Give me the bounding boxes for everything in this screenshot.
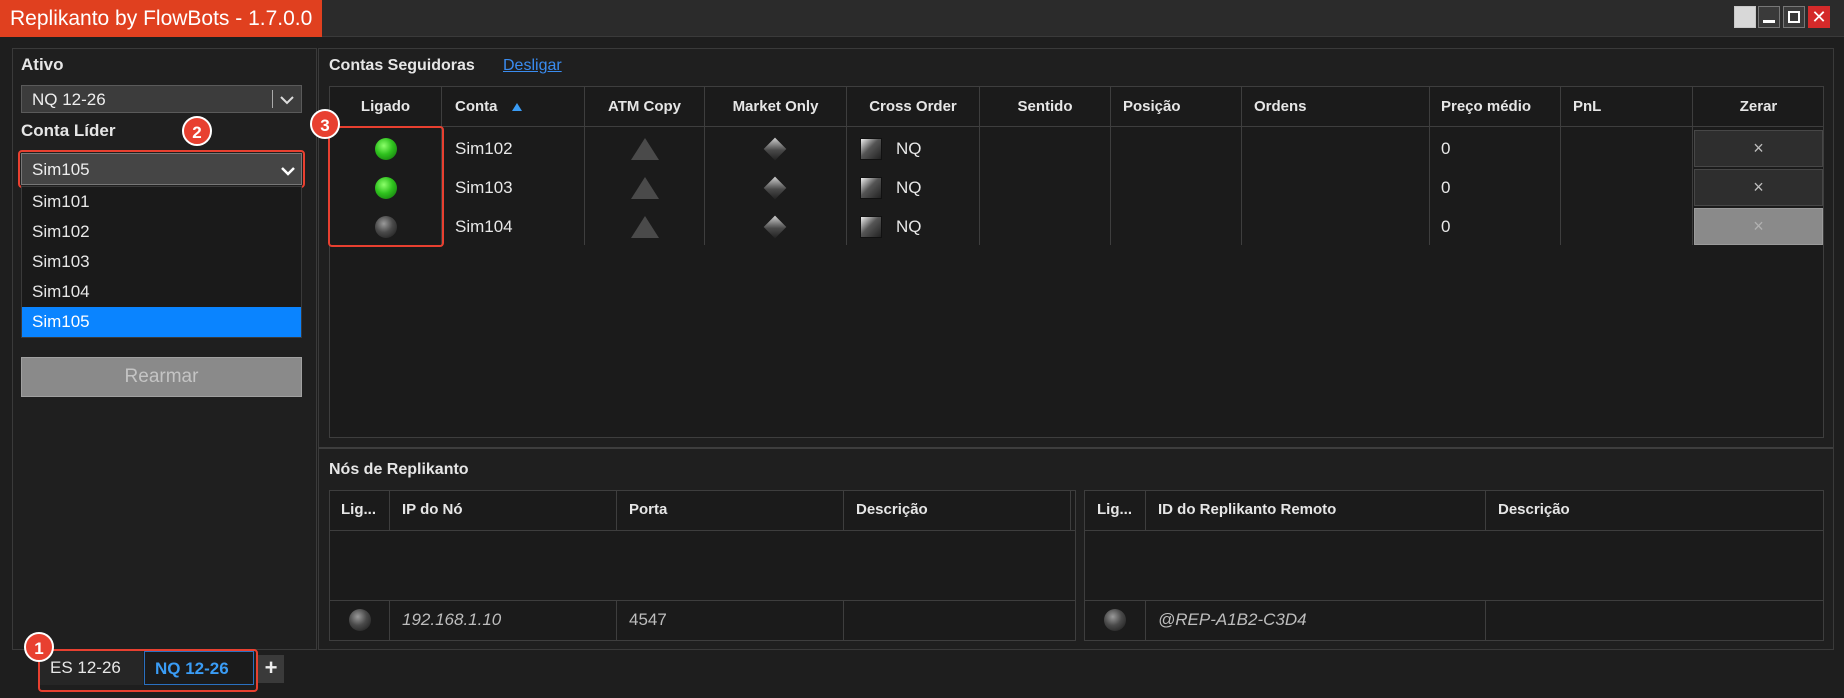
close-button[interactable]: ✕ [1808, 6, 1830, 28]
minimize-icon [1763, 19, 1775, 23]
col-header-zerar[interactable]: Zerar [1693, 87, 1824, 127]
col-divider [1241, 87, 1242, 245]
zero-position-button-disabled[interactable]: × [1694, 208, 1823, 245]
leader-account-options: Sim101 Sim102 Sim103 Sim104 Sim105 [21, 186, 302, 338]
header-divider [1084, 530, 1824, 531]
avg-price-cell: 0 [1441, 178, 1451, 197]
maximize-button[interactable] [1783, 6, 1805, 28]
asset-label: Ativo [21, 55, 64, 74]
col-header-preco-medio[interactable]: Preço médio [1441, 87, 1531, 127]
account-cell: Sim102 [455, 139, 513, 158]
atm-copy-toggle-icon[interactable] [631, 216, 659, 238]
col-header-remote-id[interactable]: ID do Replikanto Remoto [1158, 490, 1336, 530]
leader-option-sim104[interactable]: Sim104 [22, 277, 301, 307]
cross-order-value: NQ [896, 178, 922, 197]
asset-dropdown[interactable]: NQ 12-26 [21, 85, 302, 113]
col-divider [616, 491, 617, 530]
col-divider [1145, 491, 1146, 530]
col-header-sentido[interactable]: Sentido [980, 87, 1110, 127]
leader-option-sim102[interactable]: Sim102 [22, 217, 301, 247]
zero-position-button[interactable]: × [1694, 169, 1823, 206]
col-divider [616, 601, 617, 640]
col-divider [389, 601, 390, 640]
col-divider [1110, 87, 1111, 245]
col-header-node-on[interactable]: Lig... [341, 490, 376, 530]
col-header-remote-description[interactable]: Descrição [1498, 490, 1570, 530]
remote-id-cell: @REP-A1B2-C3D4 [1158, 610, 1307, 629]
remote-connection-led-off[interactable] [1104, 609, 1126, 631]
avg-price-cell: 0 [1441, 217, 1451, 236]
cross-order-value: NQ [896, 217, 922, 236]
cross-order-value: NQ [896, 139, 922, 158]
col-divider [1560, 87, 1561, 245]
col-header-cross-order[interactable]: Cross Order [847, 87, 979, 127]
callout-2-highlight [18, 150, 305, 188]
blank-window-button[interactable] [1734, 6, 1756, 28]
sort-ascending-icon [512, 103, 522, 111]
atm-copy-toggle-icon[interactable] [631, 138, 659, 160]
col-header-market-only[interactable]: Market Only [705, 87, 846, 127]
cross-order-checkbox-icon[interactable] [860, 138, 882, 160]
col-divider [1485, 601, 1486, 640]
atm-copy-toggle-icon[interactable] [631, 177, 659, 199]
callout-badge-2: 2 [182, 116, 212, 146]
account-cell: Sim103 [455, 178, 513, 197]
title-bar: Replikanto by FlowBots - 1.7.0.0 ✕ [0, 0, 1844, 37]
followers-title: Contas Seguidoras [329, 57, 475, 74]
col-header-node-ip[interactable]: IP do Nó [402, 490, 463, 530]
col-divider [843, 601, 844, 640]
node-port-cell: 4547 [629, 610, 667, 629]
chevron-down-icon [280, 96, 294, 105]
header-divider [329, 530, 1076, 531]
leader-option-sim103[interactable]: Sim103 [22, 247, 301, 277]
col-header-atm-copy[interactable]: ATM Copy [585, 87, 704, 127]
asset-value: NQ 12-26 [32, 90, 106, 109]
col-divider [1485, 491, 1486, 530]
col-header-conta[interactable]: Conta [455, 87, 498, 127]
followers-table [329, 86, 1824, 438]
zero-position-button[interactable]: × [1694, 130, 1823, 167]
col-header-pnl[interactable]: PnL [1573, 87, 1601, 127]
col-header-posicao[interactable]: Posição [1123, 87, 1181, 127]
leader-option-sim101[interactable]: Sim101 [22, 187, 301, 217]
avg-price-cell: 0 [1441, 139, 1451, 158]
col-divider [1145, 601, 1146, 640]
leader-option-sim105[interactable]: Sim105 [22, 307, 301, 337]
cross-order-checkbox-icon[interactable] [860, 177, 882, 199]
close-icon: ✕ [1811, 7, 1827, 27]
col-header-conta-label: Conta [455, 98, 498, 115]
leader-account-label: Conta Líder [21, 121, 116, 140]
col-header-remote-on[interactable]: Lig... [1097, 490, 1132, 530]
callout-3-highlight [328, 126, 444, 247]
col-divider [1070, 491, 1071, 530]
add-tab-button[interactable]: + [258, 655, 284, 683]
col-divider [389, 491, 390, 530]
col-header-node-port[interactable]: Porta [629, 490, 667, 530]
rearm-button[interactable]: Rearmar [21, 357, 302, 397]
callout-badge-1: 1 [24, 632, 54, 662]
callout-1-highlight [38, 649, 258, 692]
panel-splitter[interactable] [319, 447, 1833, 449]
account-cell: Sim104 [455, 217, 513, 236]
maximize-icon [1788, 11, 1800, 23]
node-ip-cell: 192.168.1.10 [402, 610, 502, 629]
window-title: Replikanto by FlowBots - 1.7.0.0 [0, 0, 323, 37]
col-header-ligado[interactable]: Ligado [330, 87, 441, 127]
dropdown-separator [272, 90, 273, 108]
col-header-ordens[interactable]: Ordens [1254, 87, 1307, 127]
disconnect-link[interactable]: Desligar [503, 57, 562, 75]
col-header-node-description[interactable]: Descrição [856, 490, 928, 530]
minimize-button[interactable] [1758, 6, 1780, 28]
col-divider [1429, 87, 1430, 245]
cross-order-checkbox-icon[interactable] [860, 216, 882, 238]
node-connection-led-off[interactable] [349, 609, 371, 631]
nodes-title: Nós de Replikanto [329, 461, 469, 478]
col-divider [843, 491, 844, 530]
callout-badge-3: 3 [310, 109, 340, 139]
